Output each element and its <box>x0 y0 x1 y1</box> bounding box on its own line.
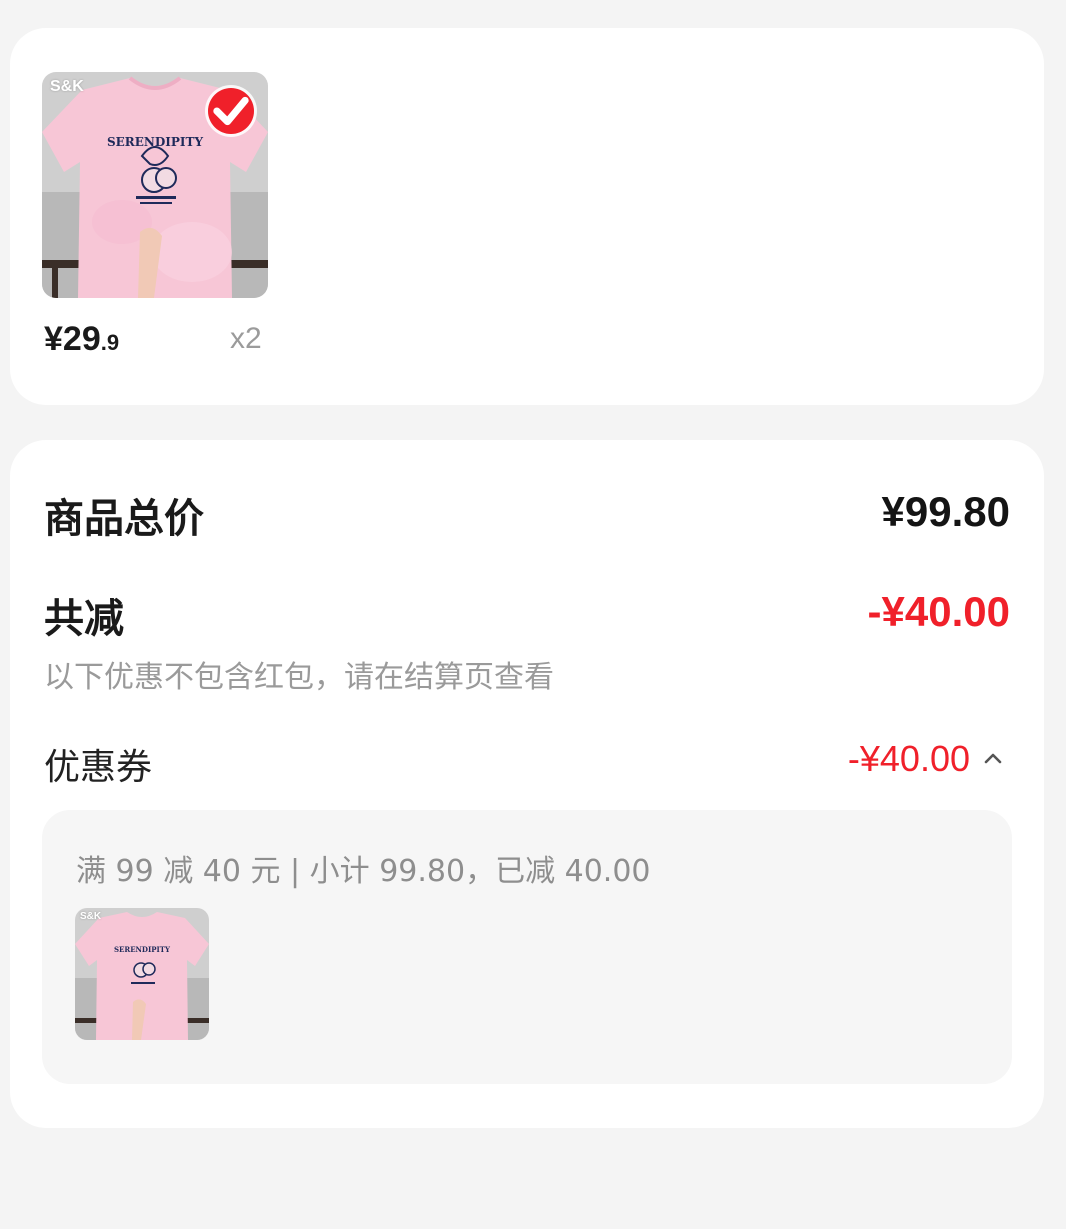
brand-logo: S&K <box>80 911 102 922</box>
coupon-item-image[interactable]: SERENDIPITY S&K <box>75 908 209 1040</box>
chevron-up-icon <box>984 753 1002 764</box>
coupon-detail-box: 满 99 减 40 元 | 小计 99.80，已减 40.00 SERENDIP… <box>42 810 1012 1084</box>
tshirt-image: SERENDIPITY <box>75 908 209 1040</box>
reduction-note: 以下优惠不包含红包，请在结算页查看 <box>44 660 554 695</box>
total-price-value: ¥99.80 <box>881 488 1010 535</box>
coupon-label: 优惠券 <box>44 747 153 788</box>
price-integer: 29 <box>62 320 101 358</box>
selected-check-icon[interactable] <box>208 88 254 134</box>
price-currency: ¥ <box>44 320 63 358</box>
product-price: ¥29.9 <box>44 320 119 359</box>
total-reduction-label: 共减 <box>44 596 124 642</box>
product-image[interactable]: SERENDIPITY S&K <box>42 72 268 298</box>
print-text: SERENDIPITY <box>114 945 171 954</box>
coupon-value: -¥40.00 <box>847 738 970 779</box>
price-decimal: .9 <box>100 330 120 355</box>
coupon-description: 满 99 减 40 元 | 小计 99.80，已减 40.00 <box>76 854 651 889</box>
product-quantity: x2 <box>230 322 262 355</box>
brand-logo: S&K <box>50 78 84 95</box>
coupon-toggle[interactable]: -¥40.00 <box>848 738 1004 780</box>
product-card: SERENDIPITY S&K ¥29.9 x2 <box>10 28 1044 405</box>
price-summary-card: 商品总价 ¥99.80 共减 -¥40.00 以下优惠不包含红包，请在结算页查看… <box>10 440 1044 1128</box>
total-price-label: 商品总价 <box>44 496 204 542</box>
total-reduction-value: -¥40.00 <box>867 588 1010 635</box>
